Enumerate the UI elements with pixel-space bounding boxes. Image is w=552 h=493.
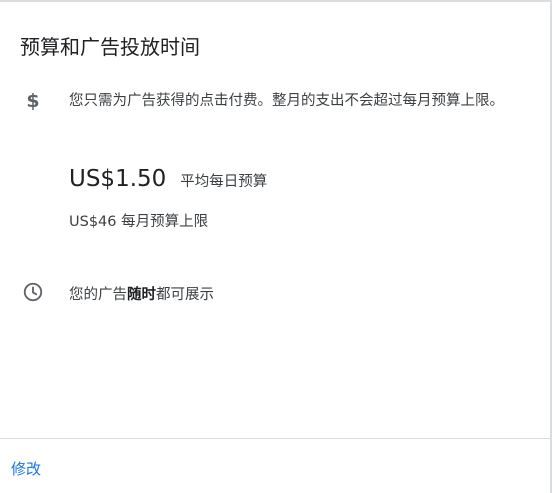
budget-description: 您只需为广告获得的点击付费。整月的支出不会超过每月预算上限。 <box>69 93 504 109</box>
monthly-budget-cap: US$46 每月预算上限 <box>69 214 209 230</box>
daily-budget-amount: US$1.50 <box>69 166 167 192</box>
card-title: 预算和广告投放时间 <box>20 35 200 59</box>
daily-budget-label: 平均每日预算 <box>180 174 268 190</box>
footer-divider <box>0 438 550 439</box>
edit-link[interactable]: 修改 <box>11 458 41 479</box>
budget-schedule-card: 预算和广告投放时间 $ 您只需为广告获得的点击付费。整月的支出不会超过每月预算上… <box>0 0 552 493</box>
dollar-icon: $ <box>26 90 40 112</box>
daily-budget: US$1.50 平均每日预算 <box>69 166 267 192</box>
clock-icon <box>20 279 46 305</box>
schedule-text-bold: 随时 <box>127 287 156 303</box>
schedule-text-suffix: 都可展示 <box>156 287 214 303</box>
schedule-text: 您的广告随时都可展示 <box>69 283 214 304</box>
schedule-text-prefix: 您的广告 <box>69 287 127 303</box>
